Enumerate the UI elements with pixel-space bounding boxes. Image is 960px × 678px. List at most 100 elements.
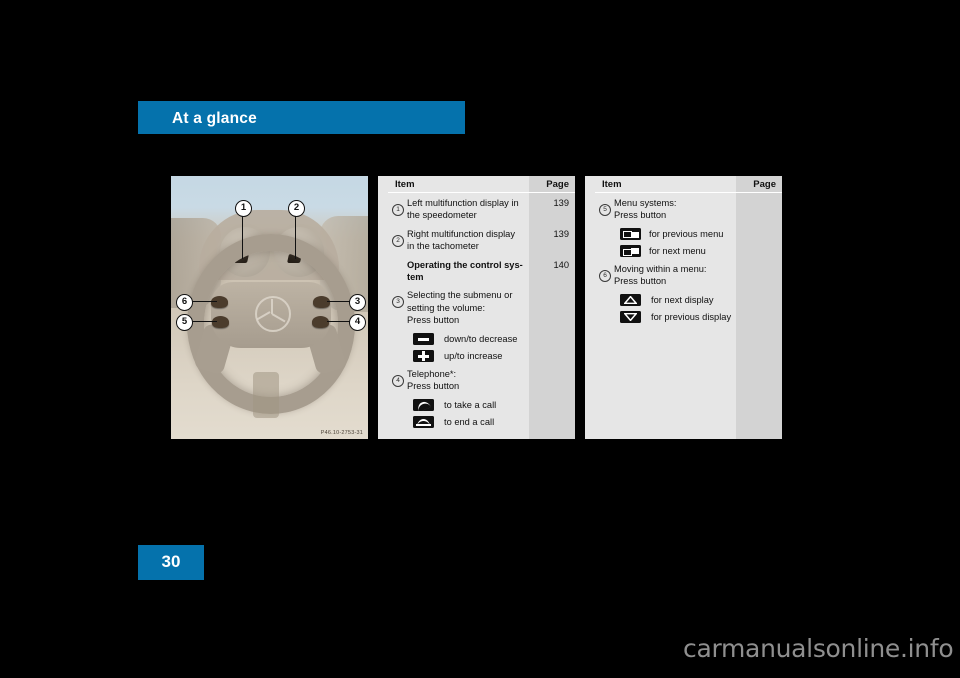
leader-line-6 [193,301,217,303]
row-text: Telephone*: Press button [407,368,523,393]
icon-row-label: to take a call [444,399,497,410]
figure-callout-1: 1 [235,200,252,217]
table-row: 4 Telephone*: Press button [388,368,529,393]
icon-row-increase: up/to increase [388,348,529,365]
figure-callout-2: 2 [288,200,305,217]
row-text-line: the speedometer [407,210,477,221]
table-row: 3 Selecting the submenu or setting the v… [388,289,529,326]
table-row: 1 Left multifunction display in the spee… [388,197,529,222]
table-left-item-column: Item 1 Left multifunction display in the… [388,176,529,439]
phone-take-call-icon [413,398,434,411]
row-text-line: in the tachometer [407,241,479,252]
column-header-page: Page [753,179,776,190]
row-text: Left multifunction display in the speedo… [407,197,523,222]
table-left-page-column: Page 139 139 140 [529,176,575,439]
figure-callout-5: 5 [176,314,193,331]
figure-callout-4: 4 [349,314,366,331]
table-row: 2 Right multifunction display in the tac… [388,228,529,253]
next-menu-icon [620,245,641,258]
item-number-badge: 5 [599,204,611,216]
icon-row-label: to end a call [444,416,495,427]
icon-row-label: for next menu [649,246,706,257]
row-number-cell [388,259,407,260]
table-right-gutter [585,176,595,439]
row-number-cell: 6 [595,263,614,282]
row-text: Moving within a menu: Press button [614,263,730,288]
table-row: 6 Moving within a menu: Press button [595,263,736,288]
icon-row-end-call: to end a call [388,413,529,430]
figure-callout-3: 3 [349,294,366,311]
row-text-line: Moving within a menu: [614,263,707,274]
row-text-line: Operating the control sys- [407,259,523,270]
site-watermark: carmanualsonline.info [683,634,954,663]
item-number-badge: 3 [392,296,404,309]
table-right-rows: 5 Menu systems: Press button for previou… [595,193,736,326]
row-text-line: Telephone*: [407,368,457,379]
figure-caption: P46.10-2753-31 [320,430,363,436]
row-number-cell: 5 [595,197,614,216]
row-text-line: Menu systems: [614,198,677,208]
icon-row-decrease: down/to decrease [388,331,529,348]
center-console [253,372,279,418]
figure-callout-6: 6 [176,294,193,311]
leader-line-5 [193,321,217,323]
phone-end-call-icon [413,415,434,428]
row-text-line: setting the volume: [407,302,486,313]
controls-table-left: Item 1 Left multifunction display in the… [378,176,575,439]
row-text-line: Selecting the submenu or [407,290,513,301]
page-reference: 140 [553,260,569,270]
leader-line-4 [327,321,351,323]
minus-button-icon [413,333,434,346]
row-text: Right multifunction display in the tacho… [407,228,523,253]
row-text-line: Press button [614,276,667,287]
item-number-badge: 1 [392,204,404,216]
icon-row-next-display: for next display [595,292,736,309]
mercedes-star-logo-icon [255,296,291,332]
item-number-badge: 4 [392,374,404,387]
icon-row-label: down/to decrease [444,334,518,345]
row-text-line: Left multifunction display in [407,198,519,208]
row-text-line: Press button [614,210,667,221]
page-title: At a glance [172,110,257,127]
icon-row-next-menu: for next menu [595,243,736,260]
row-text-line: tem [407,272,424,283]
row-number-cell: 1 [388,197,407,216]
table-right-item-header: Item [595,176,736,193]
table-row: 5 Menu systems: Press button [595,197,736,222]
row-text: Selecting the submenu or setting the vol… [407,289,523,326]
table-right-item-column: Item 5 Menu systems: Press button for pr… [595,176,736,439]
page-number: 30 [161,552,181,571]
table-left-gutter [378,176,388,439]
row-text-line: Press button [407,315,460,326]
item-number-badge: 6 [599,269,611,282]
table-right-page-column: Page [736,176,782,439]
row-text-line: Press button [407,381,460,392]
page-reference: 139 [553,229,569,239]
steering-wheel-figure: 1 2 3 4 5 6 P46.10-2753-31 [171,176,368,439]
item-number-badge: 2 [392,234,404,247]
row-number-cell: 3 [388,289,407,309]
icon-row-label: for previous display [651,312,732,323]
plus-button-icon [413,350,434,363]
controls-table-right: Item 5 Menu systems: Press button for pr… [585,176,782,439]
icon-row-previous-display: for previous display [595,309,736,326]
page-reference: 139 [553,198,569,208]
row-number-cell: 4 [388,368,407,387]
leader-line-2 [295,214,297,259]
icon-row-label: for next display [651,295,714,306]
row-text: Operating the control sys- tem [407,259,523,284]
row-text-line: Right multifunction display [407,228,515,239]
table-left-rows: 1 Left multifunction display in the spee… [388,193,529,430]
photo-background: 1 2 3 4 5 6 P46.10-2753-31 [171,176,368,439]
column-header-item: Item [395,179,415,190]
table-row-section-heading: Operating the control sys- tem [388,259,529,284]
table-right-page-header: Page [736,176,782,193]
icon-row-previous-menu: for previous menu [595,226,736,243]
previous-menu-icon [620,228,641,241]
column-header-page: Page [546,179,569,190]
row-text: Menu systems: Press button [614,197,730,222]
column-header-item: Item [602,179,622,190]
icon-row-take-call: to take a call [388,396,529,413]
arrow-down-icon [620,311,641,324]
leader-line-1 [242,214,244,259]
